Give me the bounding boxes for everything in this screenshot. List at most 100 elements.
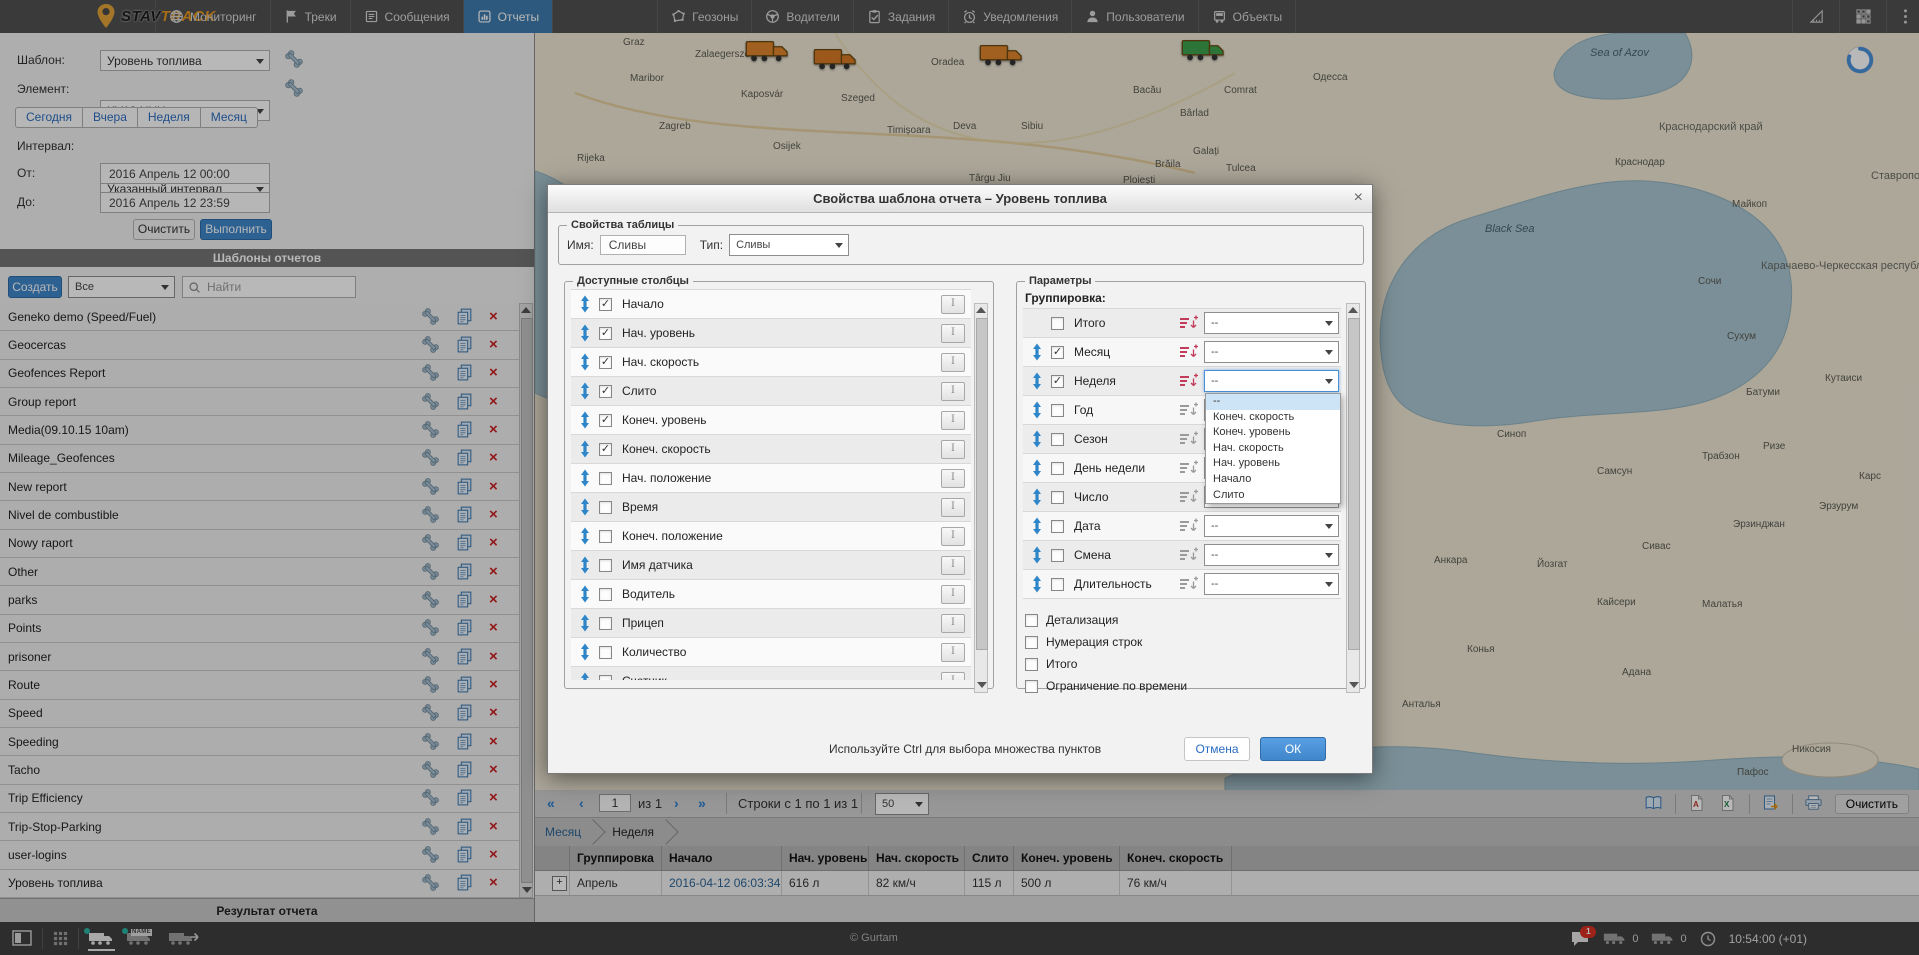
- column-row[interactable]: ✓Нач. уровеньI: [571, 319, 971, 348]
- checkbox[interactable]: [1025, 680, 1038, 693]
- sort-icon[interactable]: [1179, 431, 1199, 447]
- checkbox[interactable]: [1051, 491, 1064, 504]
- parameters-scrollbar[interactable]: [1346, 303, 1360, 693]
- grouping-select[interactable]: --: [1204, 370, 1339, 392]
- grouping-select[interactable]: --: [1204, 341, 1339, 363]
- move-updown-icon[interactable]: [579, 411, 591, 429]
- grouping-row[interactable]: Итого--: [1023, 309, 1341, 338]
- column-row[interactable]: ✓Нач. скоростьI: [571, 348, 971, 377]
- column-format-button[interactable]: I: [941, 440, 965, 459]
- checkbox[interactable]: [599, 530, 612, 543]
- dropdown-option[interactable]: Конеч. уровень: [1206, 425, 1340, 441]
- scrollbar-thumb[interactable]: [1348, 318, 1360, 650]
- extra-option-row[interactable]: Нумерация строк: [1025, 631, 1365, 653]
- table-type-select[interactable]: Сливы: [729, 234, 849, 256]
- extra-option-row[interactable]: Итого: [1025, 653, 1365, 675]
- dropdown-option[interactable]: Слито: [1206, 488, 1340, 504]
- move-updown-icon[interactable]: [1031, 488, 1043, 506]
- scroll-up-icon[interactable]: [1348, 307, 1358, 313]
- ok-button[interactable]: ОК: [1260, 737, 1326, 761]
- extra-option-row[interactable]: Ограничение по времени: [1025, 675, 1365, 697]
- sort-icon[interactable]: [1179, 315, 1199, 331]
- dropdown-option[interactable]: Нач. скорость: [1206, 441, 1340, 457]
- dialog-titlebar[interactable]: Свойства шаблона отчета – Уровень топлив…: [548, 185, 1372, 213]
- checkbox[interactable]: [599, 501, 612, 514]
- checkbox[interactable]: ✓: [1051, 346, 1064, 359]
- column-row[interactable]: ✓Конеч. скоростьI: [571, 435, 971, 464]
- move-updown-icon[interactable]: [1031, 343, 1043, 361]
- checkbox[interactable]: [599, 646, 612, 659]
- column-format-button[interactable]: I: [941, 643, 965, 662]
- grouping-row[interactable]: Смена--: [1023, 541, 1341, 570]
- sort-icon[interactable]: [1179, 489, 1199, 505]
- move-updown-icon[interactable]: [1031, 459, 1043, 477]
- checkbox[interactable]: [599, 675, 612, 681]
- move-updown-icon[interactable]: [579, 382, 591, 400]
- move-updown-icon[interactable]: [579, 672, 591, 680]
- column-format-button[interactable]: I: [941, 614, 965, 633]
- sort-icon[interactable]: [1179, 344, 1199, 360]
- column-format-button[interactable]: I: [941, 324, 965, 343]
- column-row[interactable]: ПрицепI: [571, 609, 971, 638]
- column-row[interactable]: Имя датчикаI: [571, 551, 971, 580]
- checkbox[interactable]: [1051, 549, 1064, 562]
- move-updown-icon[interactable]: [1031, 372, 1043, 390]
- move-updown-icon[interactable]: [579, 643, 591, 661]
- checkbox[interactable]: [1051, 462, 1064, 475]
- column-format-button[interactable]: I: [941, 498, 965, 517]
- checkbox[interactable]: ✓: [599, 327, 612, 340]
- move-updown-icon[interactable]: [579, 295, 591, 313]
- checkbox[interactable]: ✓: [599, 298, 612, 311]
- grouping-select[interactable]: --: [1204, 573, 1339, 595]
- column-format-button[interactable]: I: [941, 672, 965, 681]
- dropdown-option[interactable]: --: [1206, 394, 1340, 410]
- checkbox[interactable]: [599, 617, 612, 630]
- column-row[interactable]: КоличествоI: [571, 638, 971, 667]
- checkbox[interactable]: [1051, 317, 1064, 330]
- column-row[interactable]: ✓Конеч. уровеньI: [571, 406, 971, 435]
- checkbox[interactable]: ✓: [1051, 375, 1064, 388]
- checkbox[interactable]: ✓: [599, 356, 612, 369]
- move-updown-icon[interactable]: [579, 324, 591, 342]
- grouping-row[interactable]: ✓Месяц--: [1023, 338, 1341, 367]
- columns-scrollbar[interactable]: [974, 303, 988, 693]
- cancel-button[interactable]: Отмена: [1184, 737, 1250, 761]
- checkbox[interactable]: ✓: [599, 385, 612, 398]
- column-format-button[interactable]: I: [941, 382, 965, 401]
- checkbox[interactable]: [1025, 636, 1038, 649]
- move-updown-icon[interactable]: [579, 469, 591, 487]
- checkbox[interactable]: [599, 472, 612, 485]
- checkbox[interactable]: [1025, 658, 1038, 671]
- move-updown-icon[interactable]: [1031, 430, 1043, 448]
- sort-icon[interactable]: [1179, 518, 1199, 534]
- scroll-down-icon[interactable]: [1349, 682, 1359, 688]
- checkbox[interactable]: [1051, 520, 1064, 533]
- checkbox[interactable]: [1051, 433, 1064, 446]
- column-row[interactable]: ВодительI: [571, 580, 971, 609]
- move-updown-icon[interactable]: [579, 585, 591, 603]
- grouping-row[interactable]: Длительность--: [1023, 570, 1341, 599]
- sort-icon[interactable]: [1179, 460, 1199, 476]
- sort-icon[interactable]: [1179, 576, 1199, 592]
- checkbox[interactable]: [599, 559, 612, 572]
- column-format-button[interactable]: I: [941, 411, 965, 430]
- scroll-down-icon[interactable]: [977, 682, 987, 688]
- column-format-button[interactable]: I: [941, 585, 965, 604]
- move-updown-icon[interactable]: [579, 527, 591, 545]
- column-row[interactable]: Нач. положениеI: [571, 464, 971, 493]
- checkbox[interactable]: [599, 588, 612, 601]
- dropdown-option[interactable]: Конеч. скорость: [1206, 410, 1340, 426]
- grouping-row[interactable]: ✓Неделя--: [1023, 367, 1341, 396]
- column-row[interactable]: ✓НачалоI: [571, 290, 971, 319]
- checkbox[interactable]: [1051, 578, 1064, 591]
- column-row[interactable]: СчетчикI: [571, 667, 971, 680]
- checkbox[interactable]: [1051, 404, 1064, 417]
- grouping-select[interactable]: --: [1204, 312, 1339, 334]
- move-updown-icon[interactable]: [579, 353, 591, 371]
- checkbox[interactable]: [1025, 614, 1038, 627]
- dropdown-option[interactable]: Нач. уровень: [1206, 456, 1340, 472]
- dropdown-option[interactable]: Начало: [1206, 472, 1340, 488]
- grouping-row[interactable]: Дата--: [1023, 512, 1341, 541]
- scrollbar-thumb[interactable]: [976, 318, 988, 650]
- grouping-select[interactable]: --: [1204, 515, 1339, 537]
